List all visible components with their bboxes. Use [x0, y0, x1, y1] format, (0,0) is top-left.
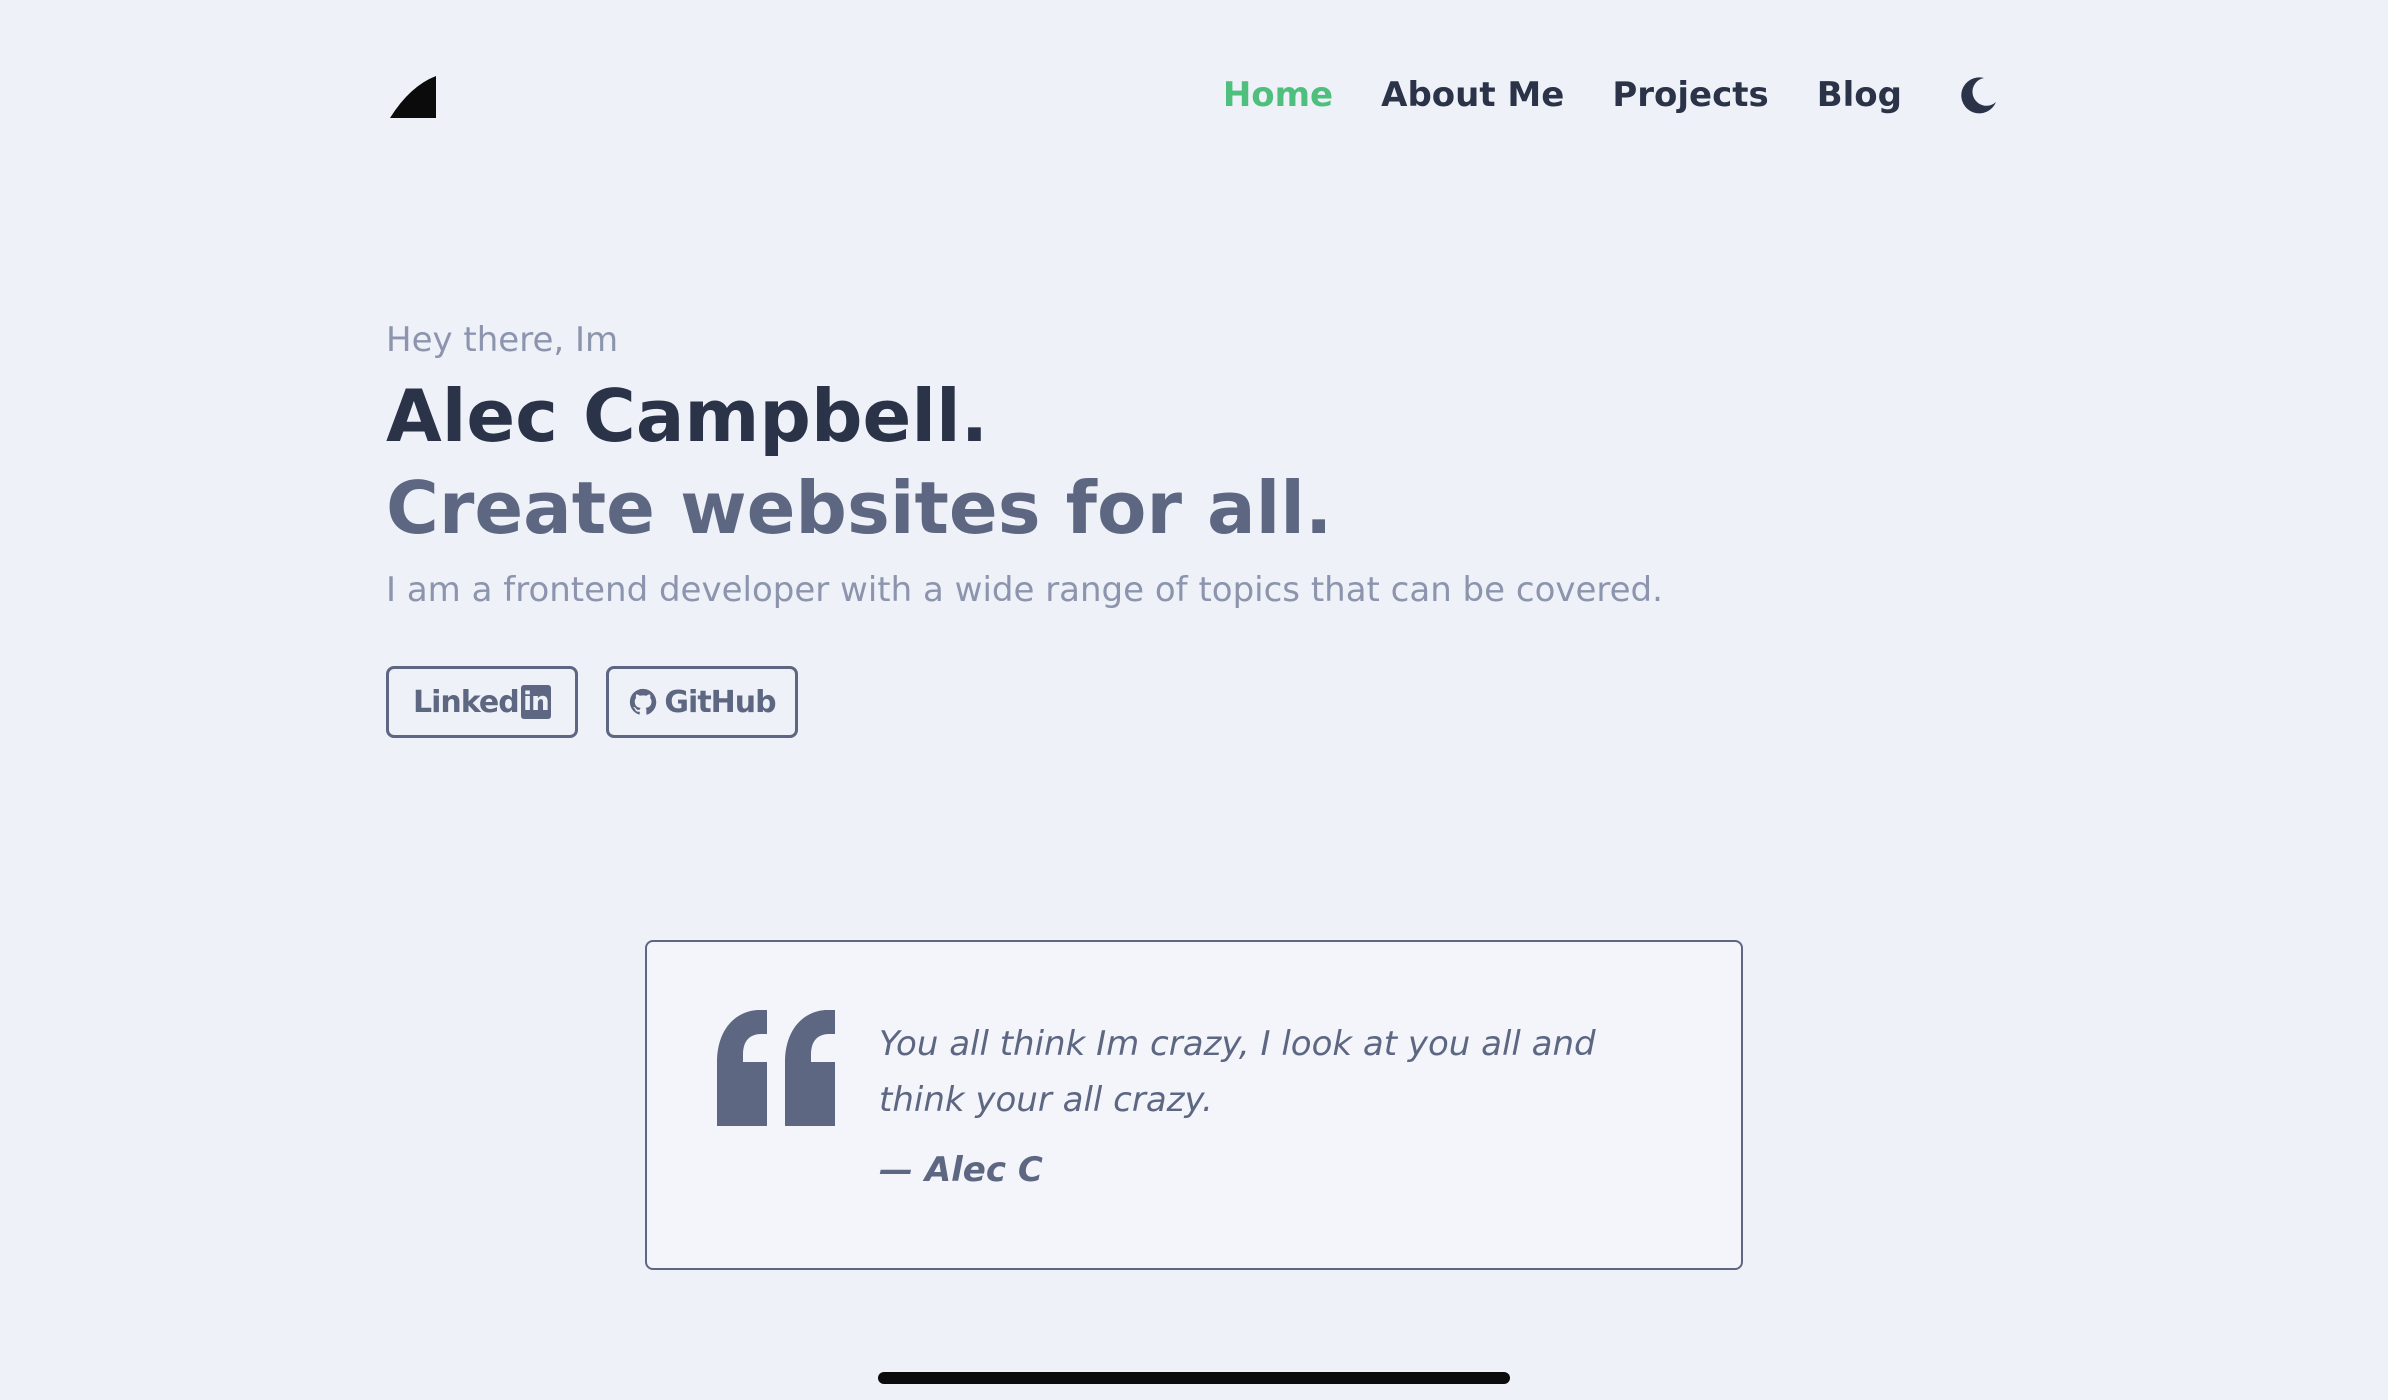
- hero-tagline: Create websites for all.: [386, 466, 1333, 550]
- theme-toggle-button[interactable]: [1958, 74, 2000, 116]
- social-links: Linked in GitHub: [386, 666, 2086, 738]
- linkedin-button[interactable]: Linked in: [386, 666, 578, 738]
- hero-bio: I am a frontend developer with a wide ra…: [386, 570, 1663, 610]
- triangle-logo-icon[interactable]: [390, 76, 436, 118]
- main-nav: Home About Me Projects Blog: [1175, 64, 2000, 126]
- github-label: GitHub: [664, 684, 776, 720]
- nav-about-link[interactable]: About Me: [1381, 64, 1564, 126]
- moon-icon: [1961, 77, 1996, 114]
- nav-home-link[interactable]: Home: [1223, 64, 1333, 126]
- github-button[interactable]: GitHub: [606, 666, 798, 738]
- hero-greeting: Hey there, Im: [386, 320, 619, 360]
- home-indicator[interactable]: [878, 1372, 1510, 1384]
- linkedin-icon: in: [520, 685, 551, 719]
- linkedin-label: Linked: [413, 684, 520, 720]
- nav-blog-link[interactable]: Blog: [1817, 64, 1902, 126]
- github-icon: [628, 687, 658, 717]
- nav-projects-link[interactable]: Projects: [1612, 64, 1768, 126]
- quote-text: You all think Im crazy, I look at you al…: [879, 1024, 1596, 1120]
- quote-author: — Alec C: [879, 1150, 1043, 1190]
- quote-mark-icon: [717, 1010, 835, 1126]
- hero-name: Alec Campbell.: [386, 374, 989, 458]
- quote-card: You all think Im crazy, I look at you al…: [645, 940, 1743, 1270]
- hero-section: Hey there, Im Alec Campbell. Create webs…: [386, 310, 2086, 738]
